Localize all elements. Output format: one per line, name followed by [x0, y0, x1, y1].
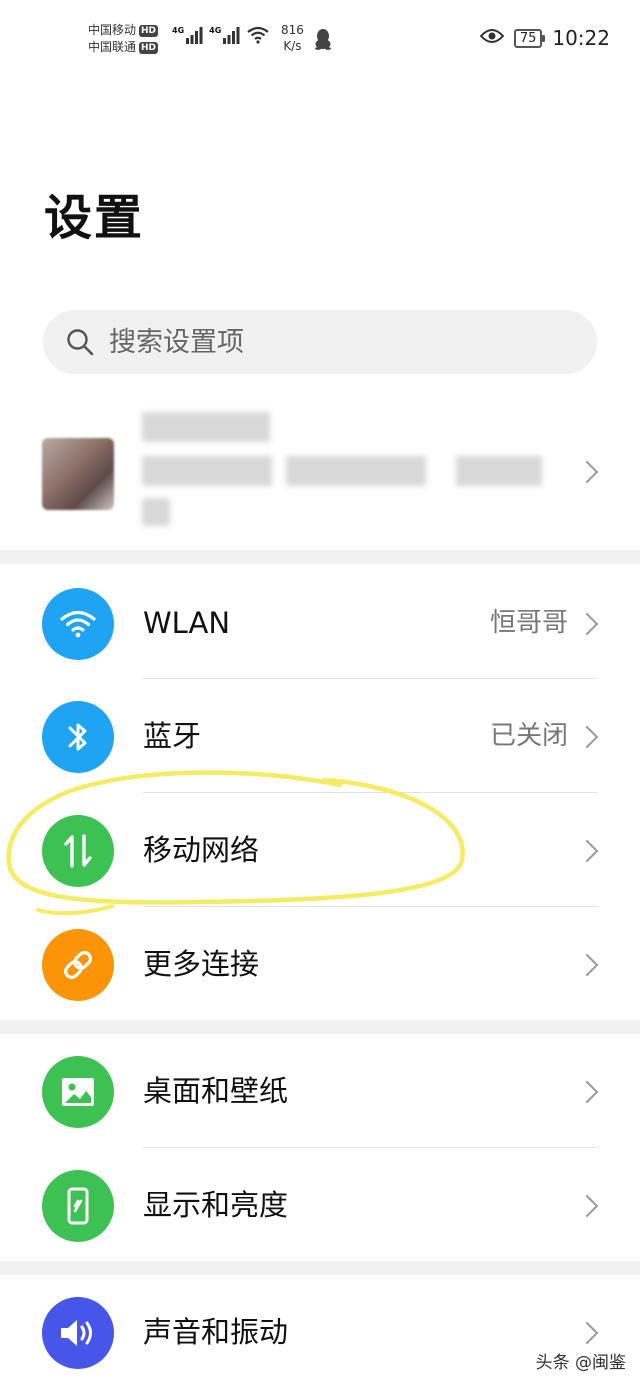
settings-item-label: 蓝牙 — [143, 719, 202, 753]
status-bar: 中国移动 HD 中国联通 HD 4G 4G 816 K/s 75 10:22 — [0, 0, 640, 80]
phone-brightness-icon — [42, 1170, 114, 1242]
settings-item-wlan[interactable]: WLAN 恒哥哥 — [0, 566, 640, 680]
settings-item-label: 移动网络 — [143, 833, 260, 867]
link-icon — [42, 929, 114, 1001]
clock: 10:22 — [552, 26, 610, 50]
chevron-right-icon — [575, 1321, 599, 1345]
chevron-right-icon — [575, 953, 599, 977]
carrier-2-name: 中国联通 — [88, 40, 137, 54]
battery-indicator: 75 — [513, 28, 545, 48]
network-speed: 816 K/s — [281, 22, 304, 54]
carrier-info: 中国移动 HD 中国联通 HD — [88, 22, 159, 56]
chevron-right-icon — [575, 839, 599, 863]
settings-item-label: 显示和亮度 — [143, 1188, 289, 1222]
settings-item-more-connections[interactable]: 更多连接 — [0, 907, 640, 1021]
account-detail-blurred — [286, 456, 426, 486]
account-detail-blurred — [142, 456, 272, 486]
section-divider — [0, 1020, 640, 1034]
settings-item-home-wallpaper[interactable]: 桌面和壁纸 — [0, 1034, 640, 1148]
account-row[interactable] — [0, 400, 640, 550]
settings-item-value: 已关闭 — [489, 721, 568, 751]
section-divider — [0, 1261, 640, 1275]
section-divider — [0, 550, 640, 564]
settings-item-label: 更多连接 — [143, 947, 260, 981]
speaker-icon — [42, 1297, 114, 1369]
network-type-label: 4G — [209, 26, 222, 35]
chevron-right-icon — [575, 1080, 599, 1104]
signal-icon: 4G — [209, 26, 240, 44]
eye-comfort-icon — [479, 28, 505, 48]
account-name-blurred — [142, 412, 270, 442]
chevron-right-icon — [575, 1194, 599, 1218]
page-title: 设置 — [44, 190, 145, 246]
search-icon — [67, 329, 94, 356]
account-detail-blurred — [456, 456, 542, 486]
signal-icon: 4G — [172, 26, 203, 44]
bluetooth-icon — [42, 701, 114, 773]
settings-item-label: 声音和振动 — [143, 1315, 289, 1349]
account-detail-blurred — [142, 498, 170, 526]
speed-value: 816 — [281, 23, 304, 37]
settings-item-label: WLAN — [143, 606, 231, 640]
hd-badge: HD — [139, 41, 159, 54]
speed-unit: K/s — [283, 39, 302, 53]
mobile-data-icon — [42, 815, 114, 887]
settings-item-mobile-network[interactable]: 移动网络 — [0, 793, 640, 907]
wifi-icon — [42, 588, 114, 660]
settings-item-value: 恒哥哥 — [489, 608, 568, 638]
carrier-1-name: 中国移动 — [88, 23, 137, 37]
settings-item-bluetooth[interactable]: 蓝牙 已关闭 — [0, 679, 640, 793]
hd-badge: HD — [139, 24, 159, 37]
image-icon — [42, 1056, 114, 1128]
chevron-right-icon — [575, 460, 599, 484]
settings-item-label: 桌面和壁纸 — [143, 1074, 289, 1108]
search-input[interactable] — [107, 325, 551, 359]
settings-item-display-brightness[interactable]: 显示和亮度 — [0, 1148, 640, 1262]
search-bar[interactable] — [43, 310, 597, 374]
watermark: 头条 @闽鉴 — [535, 1353, 626, 1373]
qq-icon — [314, 28, 332, 54]
chevron-right-icon — [575, 725, 599, 749]
wifi-status-icon — [246, 26, 270, 44]
chevron-right-icon — [575, 612, 599, 636]
avatar — [42, 438, 114, 510]
network-type-label: 4G — [172, 26, 185, 35]
